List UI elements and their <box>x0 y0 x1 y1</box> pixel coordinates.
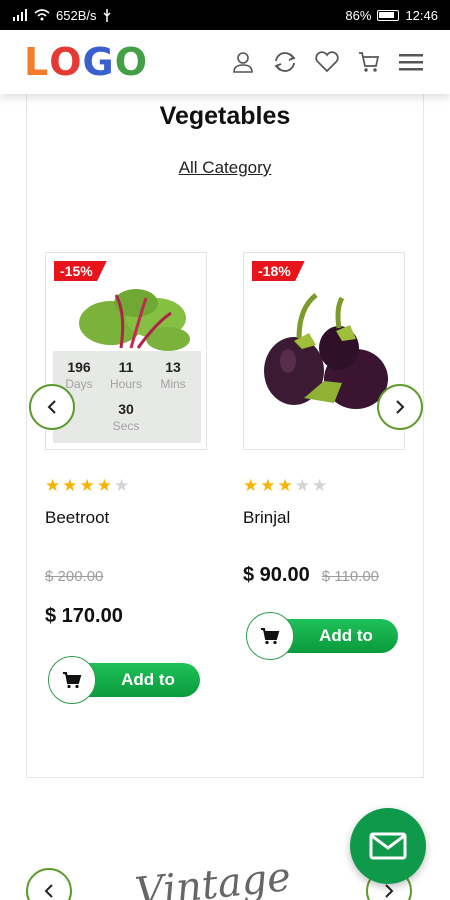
add-to-cart-button[interactable]: Add to <box>48 656 200 704</box>
countdown-mins: 13 Mins <box>153 359 193 391</box>
logo-letter: G <box>82 40 115 84</box>
star-icon: ★ <box>96 476 112 495</box>
wifi-icon <box>34 9 50 21</box>
countdown-mins-value: 13 <box>165 359 181 375</box>
section-title: Vegetables <box>159 102 291 130</box>
status-left: 652B/s <box>12 8 112 23</box>
battery-percent: 86% <box>345 7 372 23</box>
price: $ 90.00 <box>243 564 310 586</box>
rating-stars: ★ ★ ★ ★ ★ <box>45 476 209 496</box>
price: $ 170.00 <box>45 605 123 627</box>
mail-icon <box>369 832 407 860</box>
countdown-days-value: 196 <box>67 359 91 375</box>
logo-letter: L <box>24 40 50 84</box>
countdown-hours-value: 11 <box>118 359 134 375</box>
menu-icon[interactable] <box>396 47 426 77</box>
chevron-right-icon <box>385 884 394 898</box>
old-price: $ 200.00 <box>45 568 104 585</box>
logo[interactable]: L O G O <box>24 40 148 84</box>
logo-letter: O <box>49 40 83 84</box>
deal-countdown: 196 Days 11 Hours 13 Mins 30 Secs <box>53 351 201 443</box>
star-icon: ★ <box>260 476 276 495</box>
logo-letter: O <box>114 40 149 84</box>
product-name[interactable]: Beetroot <box>45 508 209 528</box>
signal-icon <box>13 9 27 21</box>
cart-icon <box>48 656 96 704</box>
star-icon: ★ <box>277 476 293 495</box>
site-header: L O G O <box>0 30 450 94</box>
chevron-left-icon <box>44 884 53 898</box>
countdown-secs-label: Secs <box>112 419 140 433</box>
compare-icon[interactable] <box>270 47 300 77</box>
rating-stars: ★ ★ ★ ★ ★ <box>243 476 407 496</box>
chevron-left-icon <box>47 400 56 414</box>
cart-icon <box>246 612 294 660</box>
star-icon: ★ <box>243 476 259 495</box>
next-section-heading: Vintage <box>133 853 293 900</box>
price-row: $ 90.00 $ 110.00 <box>243 564 407 587</box>
cart-icon[interactable] <box>354 47 384 77</box>
countdown-hours: 11 Hours <box>106 359 146 391</box>
add-to-cart-button[interactable]: Add to <box>246 612 398 660</box>
network-speed: 652B/s <box>56 7 97 23</box>
star-empty-icon: ★ <box>114 476 130 495</box>
star-icon: ★ <box>45 476 61 495</box>
countdown-days: 196 Days <box>59 359 99 391</box>
carousel-next-button[interactable] <box>377 384 423 430</box>
star-icon: ★ <box>79 476 95 495</box>
star-icon: ★ <box>62 476 78 495</box>
wishlist-heart-icon[interactable] <box>312 47 342 77</box>
carousel-prev-button[interactable] <box>26 868 72 900</box>
chevron-right-icon <box>396 400 405 414</box>
user-icon[interactable] <box>228 47 258 77</box>
old-price: $ 110.00 <box>321 568 380 585</box>
countdown-mins-label: Mins <box>160 377 186 391</box>
countdown-hours-label: Hours <box>109 377 142 391</box>
header-actions <box>228 47 426 77</box>
countdown-secs: 30 Secs <box>106 401 146 433</box>
all-category-link[interactable]: All Category <box>27 158 423 178</box>
battery-icon <box>377 9 400 21</box>
usb-icon <box>103 8 112 22</box>
carousel-prev-button[interactable] <box>29 384 75 430</box>
countdown-secs-value: 30 <box>118 401 134 417</box>
status-right: 86% 12:46 <box>345 8 438 23</box>
product-card-beetroot[interactable]: -15% 196 Days 11 Hours 13 Mins 30 Secs ★… <box>45 252 209 628</box>
status-bar: 652B/s 86% 12:46 <box>0 0 450 30</box>
product-name[interactable]: Brinjal <box>243 508 407 528</box>
star-empty-icon: ★ <box>294 476 310 495</box>
contact-mail-button[interactable] <box>350 808 426 884</box>
star-empty-icon: ★ <box>312 476 328 495</box>
clock: 12:46 <box>405 7 438 23</box>
